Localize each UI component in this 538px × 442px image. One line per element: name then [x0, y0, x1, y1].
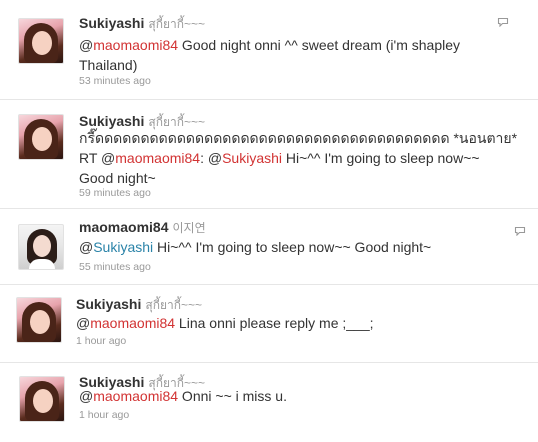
text-segment: @ [79, 37, 94, 53]
text-segment: @ [76, 315, 91, 331]
mention-link[interactable]: maomaomi84 [93, 37, 178, 53]
full-name: สุกี้ยากี้~~~ [145, 298, 203, 312]
tweet-line: กรี๊ดดดดดดดดดดดดดดดดดดดดดดดดดดดดดดดดดดดด… [79, 128, 517, 148]
timestamp-link[interactable]: 55 minutes ago [79, 261, 151, 273]
timestamp-link[interactable]: 1 hour ago [79, 409, 129, 421]
reply-icon[interactable] [514, 226, 526, 236]
text-segment: Onni ~~ i miss u. [178, 388, 287, 404]
timestamp-link[interactable]: 1 hour ago [76, 335, 126, 347]
tweet-line: @Sukiyashi Hi~^^ I'm going to sleep now~… [79, 237, 431, 257]
mention-link[interactable]: maomaomi84 [115, 150, 200, 166]
avatar[interactable] [16, 297, 62, 343]
full-name: สุกี้ยากี้~~~ [148, 17, 206, 31]
tweet-line: Thailand) [79, 55, 460, 75]
text-segment: Hi~^^ I'm going to sleep now~~ Good nigh… [153, 239, 432, 255]
tweet-line: Good night~ [79, 168, 517, 188]
text-segment: Hi~^^ I'm going to sleep now~~ [282, 150, 480, 166]
tweet-item: Sukiyashi สุกี้ยากี้~~~ กรี๊ดดดดดดดดดดดดด… [0, 100, 538, 209]
tweet-item: maomaomi84 이지연 @Sukiyashi Hi~^^ I'm going… [0, 209, 538, 285]
text-segment: กรี๊ดดดดดดดดดดดดดดดดดดดดดดดดดดดดดดดดดดดด… [79, 130, 518, 146]
timestamp-link[interactable]: 53 minutes ago [79, 75, 151, 87]
screen-name-link[interactable]: Sukiyashi [79, 113, 144, 129]
text-segment: : @ [200, 150, 223, 166]
text-segment: Good night onni ^^ sweet dream (i'm shap… [178, 37, 460, 53]
screen-name-link[interactable]: Sukiyashi [76, 296, 141, 312]
tweet-item: Sukiyashi สุกี้ยากี้~~~ @maomaomi84 Good … [0, 0, 538, 100]
reply-icon[interactable] [497, 17, 509, 27]
full-name: สุกี้ยากี้~~~ [148, 115, 206, 129]
tweet-line: @maomaomi84 Lina onni please reply me ;_… [76, 313, 374, 333]
mention-link[interactable]: Sukiyashi [93, 239, 153, 255]
avatar[interactable] [18, 114, 64, 160]
tweet-line: RT @maomaomi84: @Sukiyashi Hi~^^ I'm goi… [79, 148, 517, 168]
tweet-text: กรี๊ดดดดดดดดดดดดดดดดดดดดดดดดดดดดดดดดดดดด… [79, 128, 517, 188]
mention-link[interactable]: maomaomi84 [93, 388, 178, 404]
tweet-item: Sukiyashi สุกี้ยากี้~~~ @maomaomi84 Lina … [0, 285, 538, 363]
tweet-text: @maomaomi84 Lina onni please reply me ;_… [76, 313, 374, 333]
text-segment: @ [79, 388, 94, 404]
avatar[interactable] [19, 376, 65, 422]
avatar[interactable] [18, 18, 64, 64]
tweet-text: @Sukiyashi Hi~^^ I'm going to sleep now~… [79, 237, 431, 257]
mention-link[interactable]: maomaomi84 [90, 315, 175, 331]
tweet-line: @maomaomi84 Good night onni ^^ sweet dre… [79, 35, 460, 55]
full-name: 이지연 [172, 221, 206, 235]
text-segment: @ [79, 239, 94, 255]
tweet-item: Sukiyashi สุกี้ยากี้~~~ @maomaomi84 Onni … [0, 363, 538, 442]
tweet-text: @maomaomi84 Good night onni ^^ sweet dre… [79, 35, 460, 75]
text-segment: RT @ [79, 150, 116, 166]
screen-name-link[interactable]: Sukiyashi [79, 15, 144, 31]
timestamp-link[interactable]: 59 minutes ago [79, 187, 151, 199]
text-segment: Good night~ [79, 170, 156, 186]
screen-name-link[interactable]: maomaomi84 [79, 219, 168, 235]
text-segment: Lina onni please reply me ;___; [175, 315, 374, 331]
avatar[interactable] [18, 224, 64, 270]
tweet-text: @maomaomi84 Onni ~~ i miss u. [79, 386, 287, 406]
mention-link[interactable]: Sukiyashi [222, 150, 282, 166]
tweet-line: @maomaomi84 Onni ~~ i miss u. [79, 386, 287, 406]
text-segment: Thailand) [79, 57, 138, 73]
